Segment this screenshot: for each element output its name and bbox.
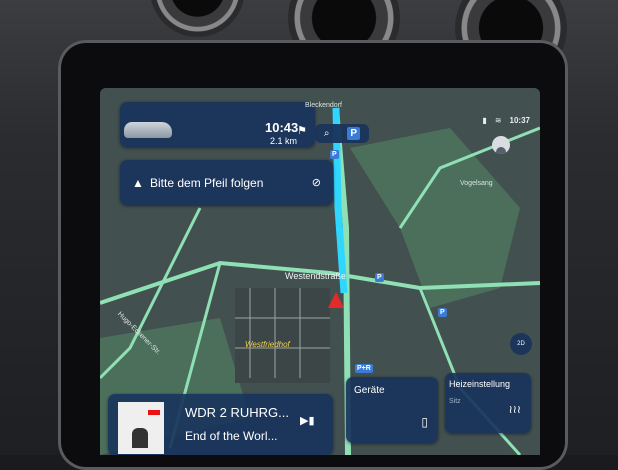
parking-button[interactable]: P: [347, 127, 361, 140]
devices-label: Geräte: [354, 385, 385, 396]
signal-icon: ▮: [482, 116, 487, 125]
heat-icon: ≀≀≀: [508, 404, 521, 416]
guidance-instruction: Bitte dem Pfeil folgen: [150, 176, 264, 190]
search-icon[interactable]: ⌕: [324, 128, 330, 139]
vehicle-position-icon: [328, 292, 344, 308]
arrow-up-icon: ▲: [132, 176, 144, 190]
map-search-bar[interactable]: ⌕ P: [315, 124, 369, 143]
map-label-westfriedhof: Westfriedhof: [245, 340, 290, 349]
next-track-icon[interactable]: ▶▮: [300, 414, 315, 427]
guidance-card[interactable]: ▲ Bitte dem Pfeil folgen ⊘: [120, 160, 333, 205]
wifi-icon: ≋: [494, 116, 502, 125]
seat-heating-sub: Sitz: [449, 398, 461, 405]
parking-poi[interactable]: P: [375, 273, 384, 282]
car-icon: [124, 122, 172, 138]
infotainment-screen[interactable]: ▮ ≋ 10:37 10:43 2.1 km ⚑ ⌕ P ▲ Bitte dem…: [100, 88, 540, 455]
map-label-top: Bleckendorf: [305, 102, 342, 109]
status-clock: 10:37: [509, 116, 530, 125]
media-card[interactable]: WDR 2 RUHRG... End of the Worl... ▶▮: [108, 394, 333, 455]
parking-poi[interactable]: P: [438, 308, 447, 317]
map-label-westendstrasse: Westendstraße: [285, 271, 346, 281]
phone-icon: ▯: [421, 415, 428, 429]
destination-flag-icon[interactable]: ⚑: [297, 124, 307, 137]
seat-heating-label: Heizeinstellung: [449, 379, 511, 389]
seat-heating-card[interactable]: Heizeinstellung Sitz ≀≀≀: [445, 373, 531, 433]
route-info-card[interactable]: 10:43 2.1 km ⚑: [120, 102, 315, 147]
residential-block: [235, 288, 330, 383]
status-bar: ▮ ≋ 10:37: [482, 116, 530, 125]
map-label-vogelsang: Vogelsang: [460, 180, 493, 187]
devices-card[interactable]: Geräte ▯: [346, 377, 438, 443]
mute-icon[interactable]: ⊘: [312, 176, 321, 189]
park-and-ride-poi[interactable]: P+R: [355, 364, 373, 373]
track-subtitle: End of the Worl...: [185, 429, 278, 443]
album-art: [118, 402, 164, 454]
user-avatar[interactable]: [492, 136, 510, 154]
parking-poi[interactable]: P: [330, 150, 339, 159]
eta-distance: 2.1 km: [270, 136, 298, 146]
eta-time: 10:43: [265, 120, 299, 135]
compass-button[interactable]: 2D: [510, 333, 532, 355]
track-title: WDR 2 RUHRG...: [185, 405, 289, 420]
